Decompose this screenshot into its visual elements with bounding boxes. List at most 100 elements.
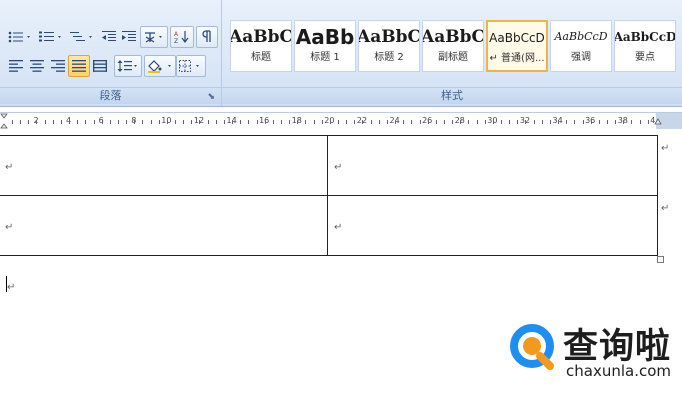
paragraph-mark: ↵ [7,282,16,293]
justify-icon [72,60,86,72]
svg-text:Z: Z [174,38,178,44]
borders-button[interactable] [176,55,206,77]
paint-bucket-icon [148,60,171,73]
table-cell[interactable]: ↵ [327,135,658,196]
ruler-tick [69,120,71,124]
style-sample: AaBbCcD [614,30,676,44]
ruler-tick [264,120,266,124]
borders-icon [179,60,199,72]
ruler-tick [101,120,103,124]
table[interactable]: ↵ ↵ ↵ ↵ [0,135,658,256]
ribbon: AZ 段落 ⬊ AaBbC 标题 AaBb 标题 1 AaBbC 标题 2 Aa… [0,0,682,107]
ruler-tick [411,120,413,124]
ruler-tick [525,120,527,124]
ruler-tick [207,120,209,124]
justify-button[interactable] [68,55,90,77]
chinese-layout-button[interactable] [140,26,168,48]
row-end-mark: ↵ [661,143,670,154]
multilevel-list-button[interactable] [67,26,97,48]
ruler-tick [20,120,22,124]
style-sample: AaBbCcD [489,31,545,45]
style-name: 标题 [251,52,271,63]
style-emphasis[interactable]: AaBbCcD 强调 [550,20,612,72]
paragraph-dialog-launcher-icon[interactable]: ⬊ [207,92,215,102]
ruler-tick [378,120,380,124]
style-sample: AaBbC [422,27,484,47]
svg-text:A: A [174,31,179,38]
style-heading-1[interactable]: AaBb 标题 1 [294,20,356,72]
shading-button[interactable] [144,55,176,77]
align-right-icon [51,60,65,72]
ruler-tick [435,120,437,124]
align-right-button[interactable] [47,55,69,77]
style-name: 标题 2 [374,52,404,63]
ruler-tick [158,120,160,124]
ruler-tick [558,120,560,124]
table-resize-handle[interactable] [657,256,664,263]
increase-indent-icon [122,31,136,41]
ruler-tick [134,120,136,124]
ruler-tick [338,120,339,124]
align-left-icon [9,60,23,72]
decrease-indent-button[interactable] [99,26,119,48]
table-row: ↵ ↵ [0,195,658,256]
style-subtitle[interactable]: AaBbC 副标题 [422,20,484,72]
style-title[interactable]: AaBbC 标题 [230,20,292,72]
align-left-button[interactable] [5,55,27,77]
ruler-tick [175,120,176,124]
ruler-tick [615,120,617,124]
align-center-button[interactable] [26,55,48,77]
ruler-tick [305,120,307,124]
ruler-tick [36,120,38,124]
table-cell[interactable]: ↵ [327,195,658,256]
ruler-tick [297,120,299,124]
ruler-tick [248,120,250,124]
ruler-tick [590,120,592,124]
numbering-button[interactable] [36,26,66,48]
ruler-tick [60,120,62,124]
style-strong[interactable]: AaBbCcD 要点 [614,20,676,72]
style-sample: AaBbC [230,27,292,47]
right-indent-marker-icon[interactable] [654,117,662,125]
ruler-tick [362,120,364,124]
ruler-tick [484,120,486,124]
style-normal-web[interactable]: AaBbCcD ↵ 普通(网... [486,20,548,72]
align-center-icon [30,60,44,72]
distributed-button[interactable] [89,55,111,77]
table-cell[interactable]: ↵ [0,195,328,256]
horizontal-ruler[interactable]: 246810121416182022242628303234363840 [0,112,682,130]
sort-button[interactable]: AZ [170,26,194,48]
distributed-icon [93,60,107,72]
table-cell[interactable]: ↵ [0,135,328,196]
style-heading-2[interactable]: AaBbC 标题 2 [358,20,420,72]
ruler-tick [476,120,478,124]
line-spacing-icon [117,60,137,72]
ruler-tick [574,120,576,124]
paragraph-group-label: 段落 [0,87,221,104]
paragraph-group: AZ 段落 ⬊ [0,0,222,106]
ruler-tick [166,120,168,124]
decrease-indent-icon [102,31,116,41]
indent-marker-icon[interactable] [0,113,8,129]
ruler-tick [77,120,79,124]
bullets-button[interactable] [5,26,35,48]
style-sample: AaBb [295,25,355,49]
show-marks-button[interactable] [196,26,218,48]
ruler-tick [647,120,649,124]
multilevel-list-icon [70,32,92,41]
ruler-tick [223,120,225,124]
ruler-tick [240,120,242,124]
paragraph-mark: ↵ [334,222,343,233]
styles-group-label: 样式 [222,87,682,104]
ruler-tick [631,120,633,124]
paragraph-mark: ↵ [5,162,14,173]
ruler-tick [280,120,282,124]
ruler-tick [28,120,30,124]
ruler-tick [199,120,201,124]
increase-indent-button[interactable] [119,26,139,48]
ruler-tick [419,120,421,124]
ruler-tick [183,120,185,124]
line-spacing-button[interactable] [114,55,142,77]
table-row: ↵ ↵ [0,135,658,196]
ruler-tick [346,120,348,124]
